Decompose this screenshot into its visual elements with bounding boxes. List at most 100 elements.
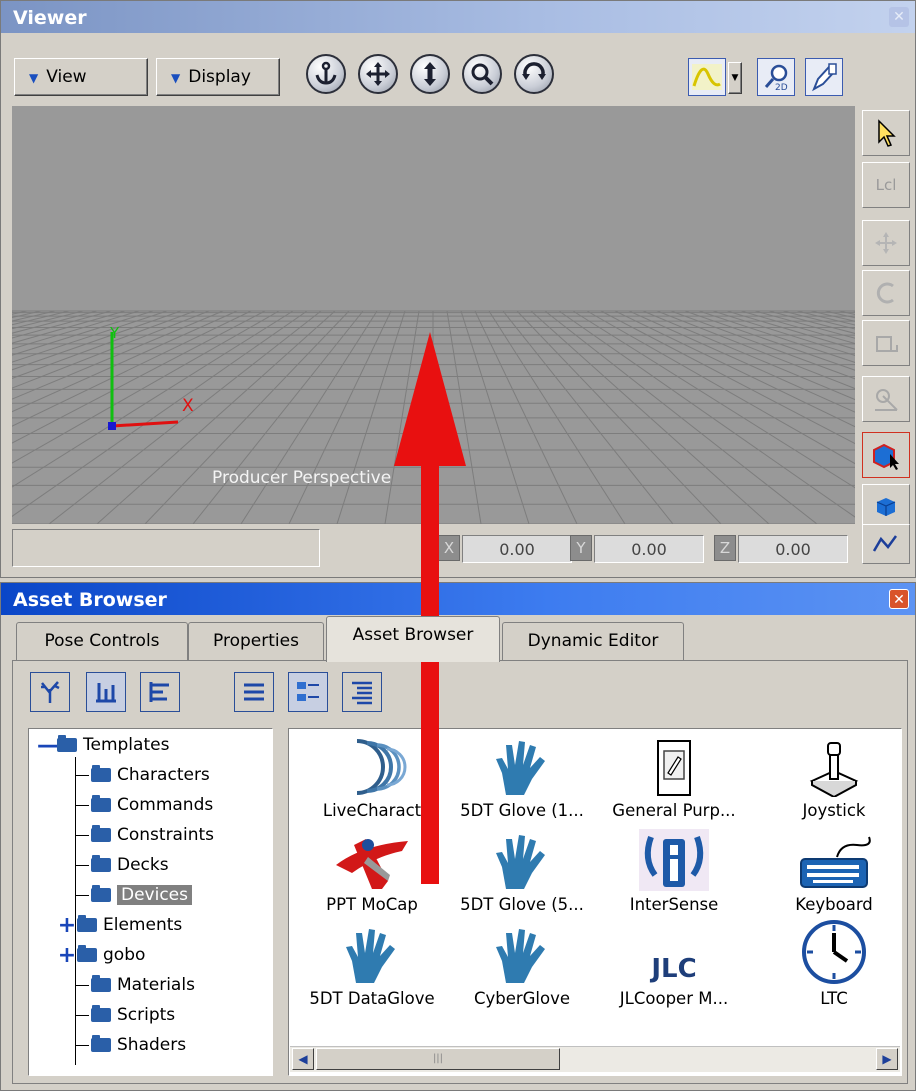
asset-label: JLCooper M... [619,989,729,1008]
asset-label: General Purp... [612,801,736,820]
tree-item[interactable]: Materials [75,971,195,999]
asset-grid[interactable]: LiveCharact 5DT Glove (1... General Purp..… [288,728,902,1076]
tab-pose-controls[interactable]: Pose Controls [16,622,188,660]
folder-icon [91,975,111,992]
left-align-icon[interactable] [140,672,180,712]
jlc-icon: JLC [599,923,749,985]
tab-dynamic-editor[interactable]: Dynamic Editor [502,622,684,660]
tree-item-label: Templates [83,735,170,755]
select-arrow-icon[interactable] [862,110,910,156]
pen-settings-icon[interactable] [805,58,843,96]
display-dropdown[interactable]: ▼ Display [156,58,280,96]
object-select-icon[interactable] [862,432,910,478]
x-coord-field[interactable]: 0.00 [462,535,572,563]
asset-item[interactable]: Joystick [759,735,909,820]
scroll-thumb[interactable]: ||| [316,1048,560,1070]
axis-x-label: X [182,396,194,416]
asset-item[interactable]: JLC JLCooper M... [599,923,749,1008]
tree-item-label: Scripts [117,1005,176,1025]
tree-item[interactable]: Decks [75,851,169,879]
svg-text:JLC: JLC [649,954,696,984]
tree-view-icon[interactable] [30,672,70,712]
folder-icon [91,1005,111,1022]
view-dropdown-label: View [46,67,87,87]
intersense-icon [599,829,749,891]
detail-view-icon[interactable] [342,672,382,712]
asset-item[interactable]: LTC [759,920,909,1008]
folder-icon [77,945,97,962]
tab-properties[interactable]: Properties [188,622,324,660]
tree-item[interactable]: Scripts [75,1001,175,1029]
scroll-grip: ||| [432,1053,444,1064]
tree-item[interactable]: Devices [75,881,192,909]
camera-label: Producer Perspective [212,468,392,488]
joystick-icon [759,735,909,797]
glove-icon [297,923,447,985]
tree-item[interactable]: + gobo [57,941,146,969]
tab-asset-browser[interactable]: Asset Browser [326,616,500,662]
scroll-left-icon[interactable]: ◀ [292,1048,314,1070]
template-tree[interactable]: — Templates Characters Commands Constraints D… [28,728,273,1076]
z-coord-field[interactable]: 0.00 [738,535,848,563]
expand-icon[interactable]: + [57,913,77,938]
scroll-right-icon[interactable]: ▶ [876,1048,898,1070]
tree-item[interactable]: Constraints [75,821,214,849]
folder-icon [91,1035,111,1052]
move-icon[interactable] [358,54,398,94]
rotate-icon[interactable] [514,54,554,94]
viewer-title: Viewer [1,1,915,33]
asset-label: LTC [820,989,848,1008]
y-coord-field[interactable]: 0.00 [594,535,704,563]
vertical-move-icon[interactable] [410,54,450,94]
general-purpose-device-icon [599,735,749,797]
tree-item-label: Materials [117,975,195,995]
asset-item[interactable]: InterSense [599,829,749,914]
anchor-icon[interactable] [306,54,346,94]
tree-item-label: Elements [103,915,183,935]
collapse-icon[interactable]: — [37,733,59,758]
expand-icon[interactable]: + [57,943,77,968]
tree-item-label: Constraints [117,825,214,845]
z-coord-label: Z [714,535,736,561]
tree-item[interactable]: — Templates [37,731,169,759]
tree-item-label: Commands [117,795,214,815]
manipulator-icon[interactable] [862,376,910,422]
svg-text:2D: 2D [775,83,788,92]
tree-item[interactable]: Commands [75,791,213,819]
tree-item[interactable]: Characters [75,761,210,789]
asset-label: Keyboard [795,895,873,914]
rotate-icon[interactable] [862,270,910,316]
zoom-2d-icon[interactable]: 2D [757,58,795,96]
curve-icon[interactable] [688,58,726,96]
asset-item[interactable]: 5DT DataGlove [297,923,447,1008]
close-icon[interactable]: ✕ [889,589,909,609]
curve-options-chevron-icon[interactable]: ▼ [728,62,742,94]
icon-view-icon[interactable] [288,672,328,712]
translate-icon[interactable] [862,220,910,266]
bottom-align-icon[interactable] [86,672,126,712]
view-dropdown[interactable]: ▼ View [14,58,148,96]
asset-label: PPT MoCap [326,895,418,914]
axis-y-label: Y [110,324,120,342]
curve-icon[interactable] [862,524,910,564]
asset-label: 5DT DataGlove [309,989,435,1008]
tree-item-label: Characters [117,765,210,785]
asset-item[interactable]: CyberGlove [447,923,597,1008]
asset-label: Joystick [802,801,866,820]
glove-icon [447,923,597,985]
list-view-icon[interactable] [234,672,274,712]
local-icon[interactable]: Lcl [862,162,910,208]
local-label: Lcl [875,176,897,194]
folder-icon [91,765,111,782]
tree-item-label: Shaders [117,1035,187,1055]
scale-icon[interactable] [862,320,910,366]
asset-label: 5DT Glove (5... [460,895,584,914]
red-arrow-annotation [394,332,466,884]
asset-item[interactable]: General Purp... [599,735,749,820]
viewer-close-icon[interactable]: ✕ [889,7,909,27]
zoom-icon[interactable] [462,54,502,94]
clock-icon [759,920,909,985]
asset-item[interactable]: Keyboard [759,829,909,914]
tree-item[interactable]: Shaders [75,1031,186,1059]
tree-item[interactable]: + Elements [57,911,182,939]
